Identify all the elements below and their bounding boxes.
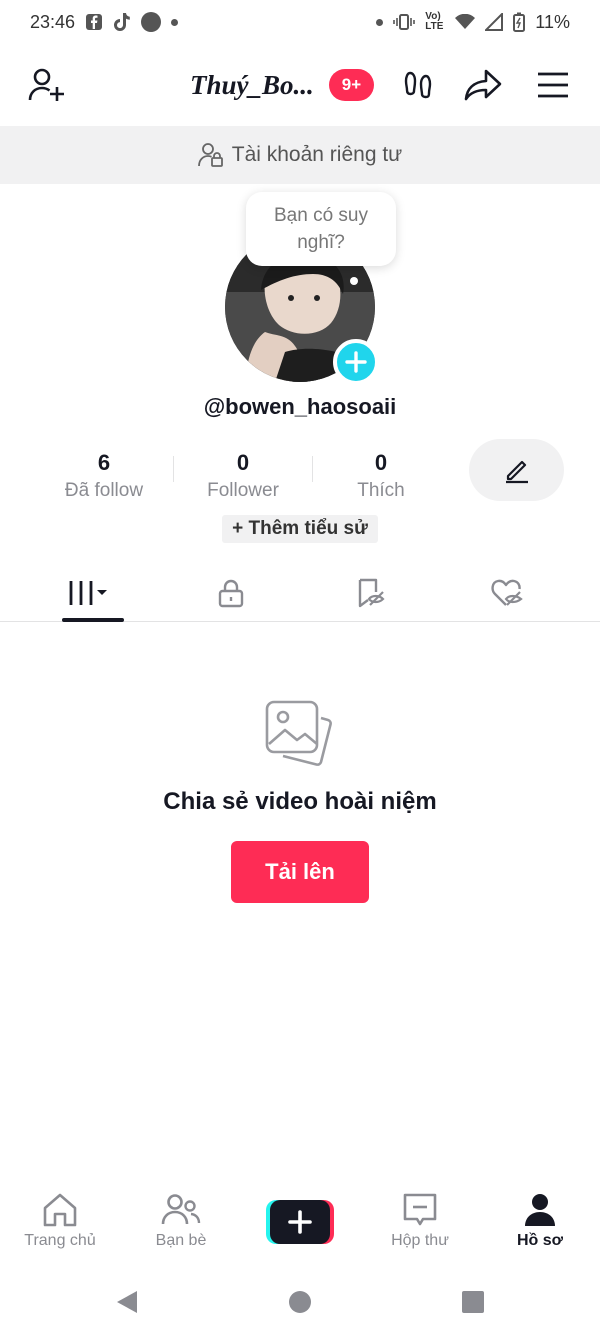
recents-button[interactable] xyxy=(459,1288,487,1316)
active-tab-indicator xyxy=(62,618,124,622)
thought-bubble-tail xyxy=(350,277,358,285)
photos-icon xyxy=(263,698,335,770)
more-notifications-icon xyxy=(171,18,179,26)
recents-square-icon xyxy=(462,1291,484,1313)
bottom-navigation: Trang chủ Bạn bè Hộp thư Hồ sơ xyxy=(0,1192,600,1270)
nav-inbox[interactable]: Hộp thư xyxy=(365,1192,475,1264)
status-bar: 23:46 Vo) LTE 11% xyxy=(0,0,600,44)
tiktok-icon xyxy=(113,12,131,32)
pencil-icon xyxy=(505,460,528,484)
wifi-icon xyxy=(455,14,476,30)
profile-header: Thuý_Bo... 9+ xyxy=(0,52,600,118)
back-triangle-icon xyxy=(117,1291,137,1313)
menu-button[interactable] xyxy=(528,60,578,110)
tab-liked[interactable] xyxy=(457,565,557,621)
stat-divider xyxy=(312,456,313,482)
nav-profile-label: Hồ sơ xyxy=(516,1232,564,1249)
inbox-icon xyxy=(403,1193,437,1226)
stat-divider xyxy=(173,456,174,482)
home-system-button[interactable] xyxy=(286,1288,314,1316)
following-count: 6 xyxy=(97,450,111,475)
add-bio-button[interactable]: + Thêm tiểu sử xyxy=(222,515,378,543)
followers-label: Follower xyxy=(207,480,279,501)
network-type-label: Vo) LTE xyxy=(425,11,444,32)
followers-count: 0 xyxy=(236,450,250,475)
system-navigation-bar xyxy=(0,1276,600,1326)
likes-stat[interactable]: 0 Thích xyxy=(321,450,441,502)
nav-friends-label: Bạn bè xyxy=(155,1232,207,1249)
hamburger-menu-icon xyxy=(538,72,568,98)
nav-inbox-label: Hộp thư xyxy=(391,1232,449,1249)
create-icon xyxy=(270,1200,330,1244)
add-friend-button[interactable] xyxy=(22,60,72,110)
share-icon xyxy=(464,69,502,101)
thought-bubble[interactable]: Bạn có suy nghĩ? xyxy=(246,192,396,266)
share-profile-button[interactable] xyxy=(458,60,508,110)
likes-label: Thích xyxy=(357,480,405,501)
create-video-button[interactable] xyxy=(266,1200,334,1244)
tab-private[interactable] xyxy=(181,565,281,621)
private-account-banner: Tài khoản riêng tư xyxy=(0,126,600,184)
facebook-icon xyxy=(85,13,103,31)
home-circle-icon xyxy=(289,1291,311,1313)
private-account-label: Tài khoản riêng tư xyxy=(231,143,403,166)
heart-hidden-icon xyxy=(491,579,523,606)
battery-level: 11% xyxy=(535,11,570,32)
edit-profile-button[interactable] xyxy=(469,439,564,501)
followers-stat[interactable]: 0 Follower xyxy=(183,450,303,502)
home-icon xyxy=(43,1193,77,1227)
footprint-icon xyxy=(404,71,432,99)
notification-dot-icon xyxy=(141,12,162,32)
add-avatar-button[interactable] xyxy=(333,339,379,385)
tab-saved[interactable] xyxy=(321,565,421,621)
empty-state-text: Chia sẻ video hoài niệm xyxy=(163,788,437,815)
upload-button[interactable]: Tải lên xyxy=(231,841,369,903)
nav-friends[interactable]: Bạn bè xyxy=(126,1192,236,1264)
grid-icon xyxy=(69,581,107,605)
add-user-icon xyxy=(28,68,64,101)
lock-icon xyxy=(218,579,244,608)
nav-home-label: Trang chủ xyxy=(24,1232,96,1249)
profile-views-button[interactable] xyxy=(394,60,444,110)
signal-icon xyxy=(485,13,504,31)
vibrate-icon xyxy=(393,13,416,31)
profile-icon xyxy=(525,1194,555,1226)
battery-icon xyxy=(513,12,526,32)
likes-count: 0 xyxy=(374,450,388,475)
tab-videos[interactable] xyxy=(42,565,142,621)
following-label: Đã follow xyxy=(64,480,144,501)
status-time: 23:46 xyxy=(30,11,76,32)
friends-icon xyxy=(161,1194,201,1225)
notification-badge[interactable]: 9+ xyxy=(329,69,374,101)
plus-icon xyxy=(345,351,367,373)
nav-profile[interactable]: Hồ sơ xyxy=(485,1192,595,1264)
private-user-icon xyxy=(197,143,223,167)
following-stat[interactable]: 6 Đã follow xyxy=(44,450,164,502)
back-button[interactable] xyxy=(113,1288,141,1316)
username: @bowen_haosoaii xyxy=(203,394,397,419)
account-switcher-title[interactable]: Thuý_Bo... xyxy=(190,70,314,101)
nav-home[interactable]: Trang chủ xyxy=(5,1192,115,1264)
bookmark-hidden-icon xyxy=(358,578,385,608)
notification-dot-icon xyxy=(376,18,384,26)
content-tabs xyxy=(0,565,600,622)
